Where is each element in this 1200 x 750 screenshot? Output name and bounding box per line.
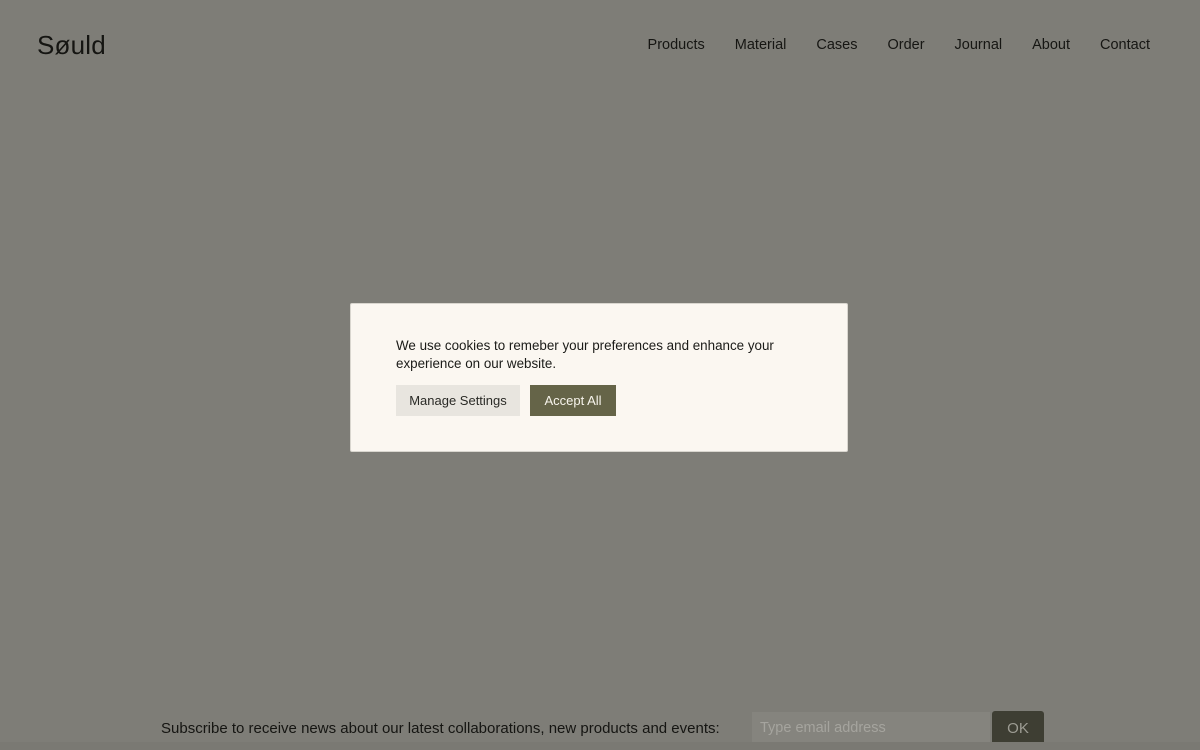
nav-item-products[interactable]: Products — [648, 36, 705, 54]
cookie-consent-dialog: We use cookies to remeber your preferenc… — [350, 303, 848, 452]
ok-button[interactable]: OK — [992, 711, 1044, 745]
site-header: Søuld Products Material Cases Order Jour… — [0, 0, 1200, 90]
accept-all-button[interactable]: Accept All — [530, 385, 616, 416]
cookie-message: We use cookies to remeber your preferenc… — [396, 338, 774, 371]
footer-divider — [0, 742, 1200, 750]
email-input[interactable] — [752, 712, 990, 744]
nav-item-cases[interactable]: Cases — [816, 36, 857, 54]
newsletter-text: Subscribe to receive news about our late… — [161, 720, 720, 737]
nav-item-journal[interactable]: Journal — [955, 36, 1003, 54]
nav-item-order[interactable]: Order — [887, 36, 924, 54]
main-nav: Products Material Cases Order Journal Ab… — [618, 36, 1150, 54]
nav-item-contact[interactable]: Contact — [1100, 36, 1150, 54]
page: Søuld Products Material Cases Order Jour… — [0, 0, 1200, 750]
nav-item-material[interactable]: Material — [735, 36, 787, 54]
nav-item-about[interactable]: About — [1032, 36, 1070, 54]
manage-settings-button[interactable]: Manage Settings — [396, 385, 520, 416]
site-logo[interactable]: Søuld — [37, 29, 106, 61]
